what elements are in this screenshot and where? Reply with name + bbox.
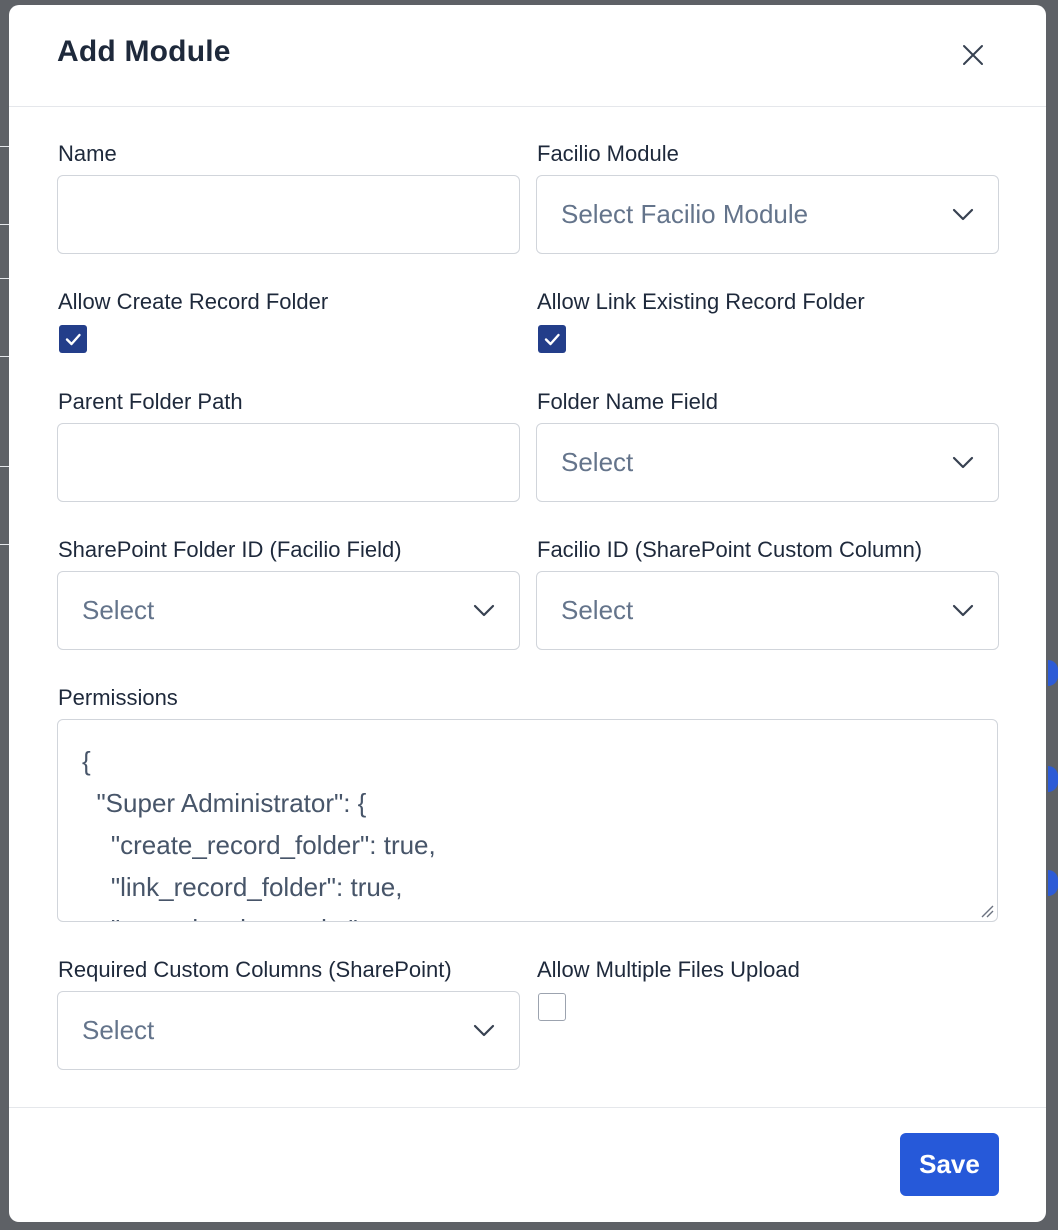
name-input[interactable] <box>57 175 520 254</box>
permissions-label: Permissions <box>58 685 178 710</box>
required-custom-columns-select[interactable]: Select <box>57 991 520 1070</box>
required-custom-columns-selected: Select <box>82 1015 155 1045</box>
modal-footer-divider <box>9 1107 1046 1108</box>
background-badge <box>1048 766 1058 792</box>
parent-folder-path-input[interactable] <box>57 423 520 502</box>
allow-multiple-files-upload-checkbox[interactable] <box>538 993 566 1021</box>
close-button[interactable] <box>955 37 991 73</box>
parent-folder-path-label: Parent Folder Path <box>58 389 243 414</box>
name-label: Name <box>58 141 117 166</box>
chevron-down-icon <box>473 604 495 616</box>
chevron-down-icon <box>952 604 974 616</box>
background-badge <box>1048 870 1058 896</box>
facilio-module-select[interactable]: Select Facilio Module <box>536 175 999 254</box>
save-button[interactable]: Save <box>900 1133 999 1196</box>
facilio-id-column-label: Facilio ID (SharePoint Custom Column) <box>537 537 923 562</box>
sharepoint-folder-id-selected: Select <box>82 595 155 625</box>
required-custom-columns-label: Required Custom Columns (SharePoint) <box>58 957 452 982</box>
resize-grip-icon[interactable] <box>979 903 995 919</box>
chevron-down-icon <box>473 1024 495 1036</box>
facilio-module-label: Facilio Module <box>537 141 679 166</box>
add-module-modal: Add Module Name Facilio Module Select Fa… <box>9 5 1046 1222</box>
permissions-json: { "Super Administrator": { "create_recor… <box>82 746 436 921</box>
chevron-down-icon <box>952 456 974 468</box>
allow-create-record-folder-checkbox[interactable] <box>59 325 87 353</box>
sharepoint-folder-id-select[interactable]: Select <box>57 571 520 650</box>
folder-name-field-select[interactable]: Select <box>536 423 999 502</box>
folder-name-field-label: Folder Name Field <box>537 389 718 414</box>
facilio-id-column-selected: Select <box>561 595 634 625</box>
background-badge <box>1048 660 1058 686</box>
allow-link-existing-record-folder-checkbox[interactable] <box>538 325 566 353</box>
sharepoint-folder-id-label: SharePoint Folder ID (Facilio Field) <box>58 537 402 562</box>
checkmark-icon <box>544 333 560 346</box>
modal-title: Add Module <box>57 35 231 68</box>
folder-name-field-selected: Select <box>561 447 634 477</box>
checkmark-icon <box>65 333 81 346</box>
facilio-id-column-select[interactable]: Select <box>536 571 999 650</box>
facilio-module-selected: Select Facilio Module <box>561 199 809 229</box>
modal-header: Add Module <box>9 5 1046 107</box>
permissions-textarea[interactable]: { "Super Administrator": { "create_recor… <box>57 719 998 922</box>
allow-link-existing-record-folder-label: Allow Link Existing Record Folder <box>537 289 865 314</box>
chevron-down-icon <box>952 208 974 220</box>
allow-multiple-files-upload-label: Allow Multiple Files Upload <box>537 957 800 982</box>
close-icon <box>963 45 983 65</box>
allow-create-record-folder-label: Allow Create Record Folder <box>58 289 329 314</box>
